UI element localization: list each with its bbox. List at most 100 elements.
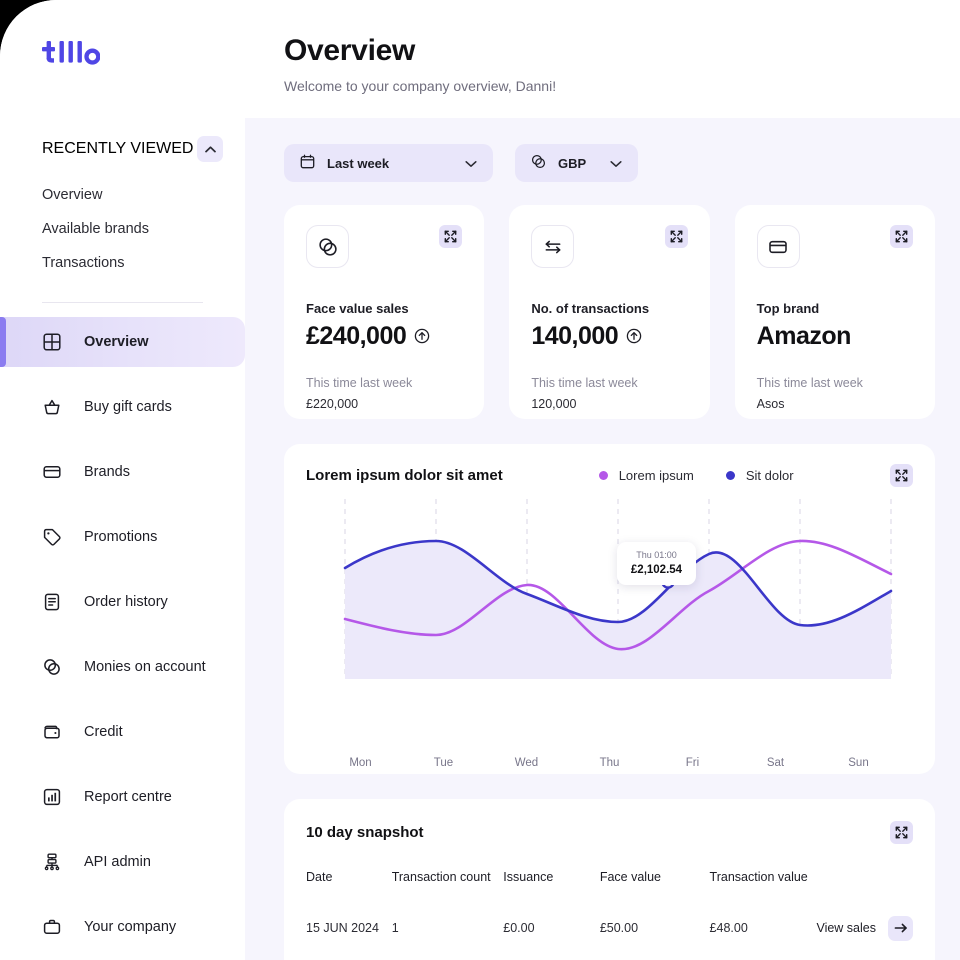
- chart-title: Lorem ipsum dolor sit amet: [306, 467, 503, 484]
- recent-item-available-brands[interactable]: Available brands: [0, 212, 245, 246]
- dashboard-body: Last week GBP Face value sales £240,000 …: [245, 118, 960, 960]
- sidebar-item-label: Monies on account: [84, 659, 206, 675]
- stat-value: £240,000: [306, 322, 407, 350]
- cell-face-value: £50.00: [599, 921, 639, 936]
- tooltip-value: £2,102.54: [630, 564, 683, 576]
- x-tick-label: Fri: [685, 757, 700, 769]
- recently-viewed-list: Overview Available brands Transactions: [0, 178, 245, 280]
- sidebar-item-label: Promotions: [84, 529, 158, 545]
- coins-icon: [42, 657, 62, 677]
- column-header-transaction-value: Transaction value: [709, 870, 808, 884]
- chart-svg: [343, 499, 893, 679]
- chevron-down-icon: [465, 156, 477, 171]
- stat-value: 140,000: [531, 322, 619, 350]
- recent-item-transactions[interactable]: Transactions: [0, 246, 245, 280]
- bar-chart-icon: [42, 787, 62, 807]
- sidebar-item-overview[interactable]: Overview: [0, 317, 245, 367]
- tag-icon: [42, 527, 62, 547]
- chevron-down-icon: [610, 156, 622, 171]
- expand-icon[interactable]: [890, 464, 913, 487]
- stat-compare-value: Asos: [756, 397, 785, 411]
- x-tick-label: Sun: [848, 757, 869, 769]
- sidebar-divider: [42, 302, 203, 303]
- sidebar-item-label: Credit: [84, 724, 123, 740]
- legend-label: Lorem ipsum: [618, 468, 694, 483]
- stat-compare-label: This time last week: [306, 376, 413, 390]
- sidebar-item-api-admin[interactable]: API admin: [0, 837, 245, 887]
- stat-value-row: Amazon: [757, 322, 913, 351]
- legend-item-lorem-ipsum[interactable]: Lorem ipsum: [598, 468, 694, 483]
- chart-header: Lorem ipsum dolor sit amet Lorem ipsum S…: [306, 464, 913, 487]
- card-icon: [756, 225, 800, 268]
- tillo-logo[interactable]: [42, 34, 245, 74]
- grid-icon: [42, 332, 62, 352]
- document-icon: [42, 592, 62, 612]
- sidebar-item-label: Buy gift cards: [84, 399, 172, 415]
- sidebar-item-order-history[interactable]: Order history: [0, 577, 245, 627]
- cell-transaction-count: 1: [391, 921, 399, 936]
- currency-filter-dropdown[interactable]: GBP: [515, 144, 638, 182]
- snapshot-table: Date Transaction count Issuance Face val…: [306, 870, 913, 941]
- sidebar-item-label: Your company: [84, 919, 177, 935]
- sitemap-icon: [42, 852, 62, 872]
- calendar-icon: [300, 154, 315, 172]
- recently-viewed-header: RECENTLY VIEWED: [0, 136, 245, 162]
- expand-icon[interactable]: [890, 821, 913, 844]
- stat-label: Face value sales: [306, 301, 409, 316]
- sidebar-item-buy-gift-cards[interactable]: Buy gift cards: [0, 382, 245, 432]
- coins-icon: [306, 225, 349, 268]
- cell-date: 15 JUN 2024: [306, 921, 379, 936]
- table-header-row: 10 day snapshot: [306, 821, 913, 844]
- sidebar-item-label: Overview: [84, 334, 149, 350]
- table-row[interactable]: 15 JUN 2024 1 £0.00 £50.00 £48.00 View s…: [306, 900, 913, 941]
- stat-label: Top brand: [756, 301, 820, 316]
- page-header: Overview Welcome to your company overvie…: [245, 0, 960, 118]
- column-header-face-value: Face value: [599, 870, 661, 884]
- x-tick-label: Thu: [599, 757, 620, 769]
- briefcase-icon: [42, 917, 62, 937]
- stat-card-top-brand: Top brand Amazon This time last week Aso…: [734, 205, 935, 419]
- legend-dot: [598, 471, 608, 480]
- stat-card-face-value-sales: Face value sales £240,000 This time last…: [284, 205, 485, 419]
- arrow-right-icon[interactable]: [888, 915, 913, 941]
- chart-x-axis: Mon Tue Wed Thu Fri Sat Sun: [306, 757, 913, 769]
- sidebar-nav: Overview Buy gift cards Brands Promotion…: [0, 317, 245, 952]
- sidebar: RECENTLY VIEWED Overview Available brand…: [0, 0, 245, 960]
- expand-icon[interactable]: [664, 225, 688, 248]
- recent-item-overview[interactable]: Overview: [0, 178, 245, 212]
- chevron-up-icon[interactable]: [197, 136, 223, 162]
- sidebar-item-credit[interactable]: Credit: [0, 707, 245, 757]
- legend-label: Sit dolor: [745, 468, 794, 483]
- column-header-issuance: Issuance: [503, 870, 554, 884]
- sidebar-item-promotions[interactable]: Promotions: [0, 512, 245, 562]
- expand-icon[interactable]: [439, 225, 463, 248]
- stat-value-row: £240,000: [306, 322, 462, 351]
- sidebar-item-monies-on-account[interactable]: Monies on account: [0, 642, 245, 692]
- sidebar-item-label: Report centre: [84, 789, 172, 805]
- sidebar-item-report-centre[interactable]: Report centre: [0, 772, 245, 822]
- app-window: RECENTLY VIEWED Overview Available brand…: [0, 0, 960, 960]
- expand-icon[interactable]: [889, 225, 913, 248]
- x-tick-label: Tue: [433, 757, 454, 769]
- cell-actions: View sales: [816, 900, 913, 941]
- view-sales-label[interactable]: View sales: [816, 921, 876, 935]
- page-subtitle: Welcome to your company overview, Danni!: [284, 78, 557, 94]
- column-header-actions: [816, 870, 913, 900]
- period-filter-dropdown[interactable]: Last week: [284, 144, 493, 182]
- period-filter-label: Last week: [327, 155, 390, 171]
- tooltip-label: Thu 01:00: [636, 550, 677, 560]
- transfer-icon: [531, 225, 575, 268]
- sidebar-item-brands[interactable]: Brands: [0, 447, 245, 497]
- stat-cards: Face value sales £240,000 This time last…: [284, 205, 935, 419]
- cell-issuance: £0.00: [503, 921, 535, 936]
- sidebar-item-your-company[interactable]: Your company: [0, 902, 245, 952]
- chart-tooltip: Thu 01:00 £2,102.54: [617, 542, 696, 585]
- chart-card: Lorem ipsum dolor sit amet Lorem ipsum S…: [284, 444, 935, 774]
- stat-compare-label: This time last week: [531, 376, 638, 390]
- sidebar-item-label: Order history: [84, 594, 168, 610]
- card-icon: [42, 462, 62, 482]
- stat-value-row: 140,000: [531, 322, 687, 351]
- main-content: Overview Welcome to your company overvie…: [245, 0, 960, 960]
- legend-item-sit-dolor[interactable]: Sit dolor: [725, 468, 794, 483]
- recently-viewed-label: RECENTLY VIEWED: [42, 140, 194, 157]
